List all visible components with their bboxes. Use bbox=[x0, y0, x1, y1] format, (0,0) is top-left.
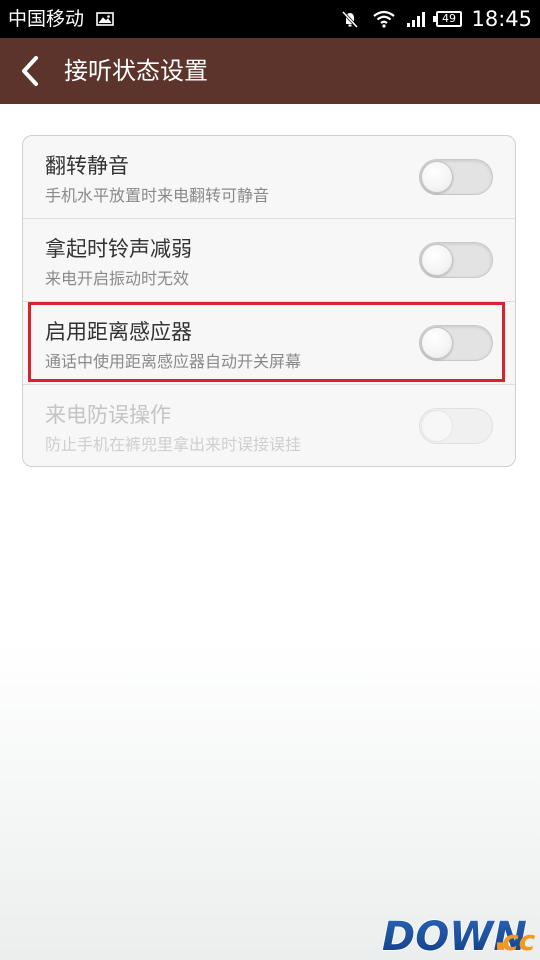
gallery-icon bbox=[96, 11, 114, 26]
clock: 18:45 bbox=[471, 7, 532, 31]
setting-title: 翻转静音 bbox=[45, 154, 129, 178]
back-button[interactable] bbox=[10, 48, 54, 94]
watermark-suffix: cc bbox=[502, 924, 535, 956]
status-bar: 中国移动 49 18:45 bbox=[0, 0, 540, 38]
setting-description: 来电开启振动时无效 bbox=[45, 269, 190, 288]
wifi-icon bbox=[372, 10, 396, 28]
page-title: 接听状态设置 bbox=[64, 57, 208, 85]
setting-title: 拿起时铃声减弱 bbox=[45, 237, 192, 261]
toggle-knob bbox=[421, 244, 453, 276]
flip-to-mute-toggle[interactable] bbox=[419, 159, 493, 195]
toggle-knob bbox=[421, 410, 453, 442]
chevron-left-icon bbox=[22, 56, 38, 86]
watermark-logo: DOWN . cc bbox=[380, 912, 535, 960]
title-bar: 接听状态设置 bbox=[0, 38, 540, 104]
toggle-knob bbox=[421, 161, 453, 193]
signal-icon bbox=[406, 10, 428, 28]
pocket-mode-toggle bbox=[419, 408, 493, 444]
setting-description: 防止手机在裤兜里拿出来时误接误挂 bbox=[45, 435, 302, 454]
setting-description: 手机水平放置时来电翻转可静音 bbox=[45, 186, 270, 205]
settings-list: 翻转静音 手机水平放置时来电翻转可静音 拿起时铃声减弱 来电开启振动时无效 启用… bbox=[22, 135, 516, 467]
mute-icon bbox=[340, 9, 360, 29]
setting-pocket-mode: 来电防误操作 防止手机在裤兜里拿出来时误接误挂 bbox=[23, 385, 515, 466]
setting-title: 来电防误操作 bbox=[45, 403, 171, 427]
highlight-annotation bbox=[28, 302, 505, 382]
setting-pickup-quiet-ring[interactable]: 拿起时铃声减弱 来电开启振动时无效 bbox=[23, 219, 515, 302]
battery-icon: 49 bbox=[433, 11, 462, 27]
pickup-quiet-ring-toggle[interactable] bbox=[419, 242, 493, 278]
setting-flip-to-mute[interactable]: 翻转静音 手机水平放置时来电翻转可静音 bbox=[23, 136, 515, 219]
carrier-name: 中国移动 bbox=[8, 8, 85, 30]
